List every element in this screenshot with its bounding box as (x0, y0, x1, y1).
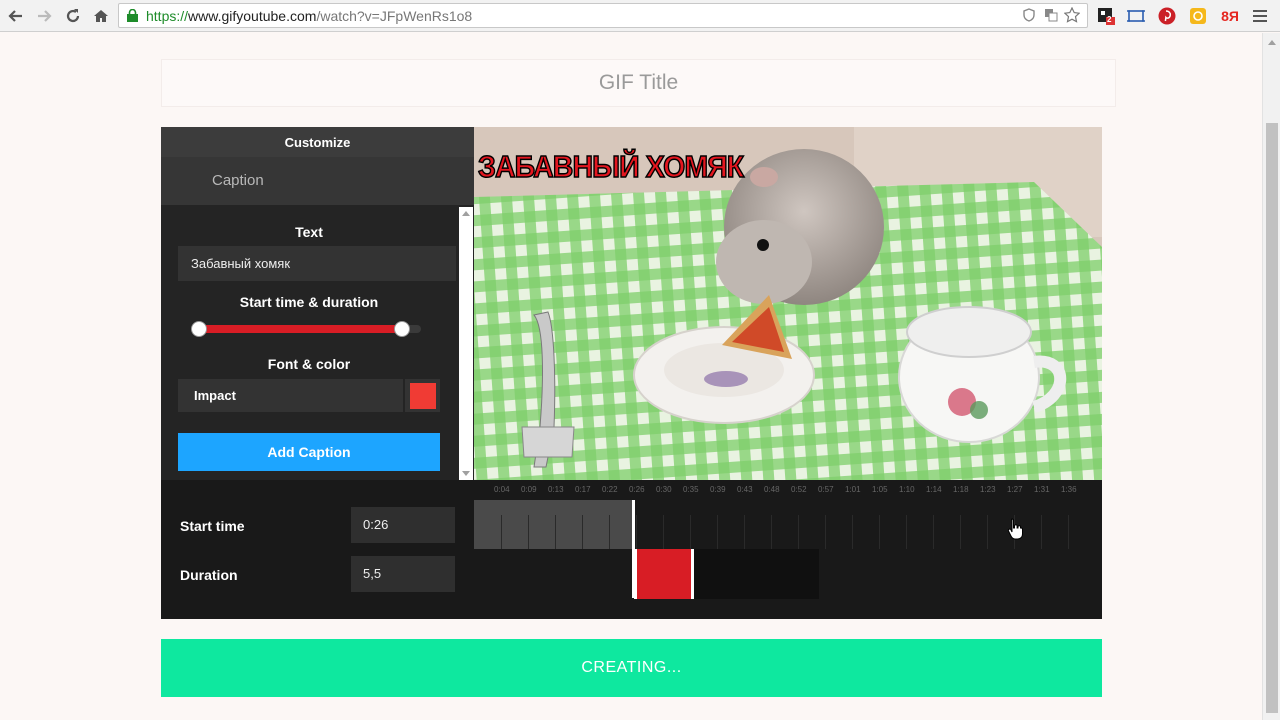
timeline-grid-line (1068, 515, 1069, 549)
timing-slider-range (199, 325, 402, 333)
timeline-grid-line (852, 515, 853, 549)
color-swatch (410, 383, 436, 409)
tab-caption[interactable]: Caption (161, 157, 474, 205)
shield-icon[interactable] (1019, 5, 1039, 25)
timeline-grid-line (717, 515, 718, 549)
timeline-grid-line (987, 515, 988, 549)
font-select[interactable]: Impact (178, 379, 403, 412)
gif-title-input[interactable]: GIF Title (161, 59, 1116, 107)
hand-cursor-icon (1007, 518, 1023, 540)
timeline-tick-label: 1:14 (926, 485, 942, 494)
timeline-tick-label: 0:52 (791, 485, 807, 494)
timeline-grid-line (555, 515, 556, 549)
timing-end-handle[interactable] (394, 321, 410, 337)
timeline-grid-line (906, 515, 907, 549)
forward-icon[interactable] (34, 6, 54, 26)
caption-overlay: ЗАБАВНЫЙ ХОМЯК (477, 148, 745, 185)
timeline-tick-label: 0:39 (710, 485, 726, 494)
timing-label: Start time & duration (239, 294, 379, 310)
gif-editor: Customize Caption Text Забавный хомяк St… (161, 127, 1102, 619)
extension-badge: 2 (1107, 15, 1112, 24)
timeline-grid-line (879, 515, 880, 549)
lock-icon (127, 9, 138, 22)
url-text: https://www.gifyoutube.com/watch?v=JFpWe… (146, 8, 473, 24)
scroll-down-icon[interactable] (462, 471, 470, 476)
timeline-tick-label: 0:43 (737, 485, 753, 494)
timeline-grid-line (528, 515, 529, 549)
page-scrollbar[interactable] (1262, 33, 1280, 720)
timeline-tick-label: 1:27 (1007, 485, 1023, 494)
panel-scrollbar[interactable] (459, 207, 473, 480)
timeline-tick-label: 0:48 (764, 485, 780, 494)
caption-text-input[interactable]: Забавный хомяк (178, 246, 456, 281)
address-bar[interactable]: https://www.gifyoutube.com/watch?v=JFpWe… (118, 3, 1088, 28)
timeline-selected-segment[interactable] (634, 549, 694, 599)
add-caption-button[interactable]: Add Caption (178, 433, 440, 471)
screenshot-icon[interactable] (1126, 6, 1146, 26)
timeline-grid-line (609, 515, 610, 549)
yandex-icon[interactable]: 8Я (1219, 6, 1241, 26)
timeline-start-region (474, 500, 634, 549)
timeline-tick-label: 1:18 (953, 485, 969, 494)
timeline-tick-label: 0:13 (548, 485, 564, 494)
timeline-tick-label: 0:57 (818, 485, 834, 494)
yandex-letter: Я (1228, 8, 1239, 24)
timeline-tick-label: 0:22 (602, 485, 618, 494)
timeline-tick-label: 0:35 (683, 485, 699, 494)
extension-qr-icon[interactable]: 2 (1096, 6, 1116, 26)
timeline-tick-label: 1:01 (845, 485, 861, 494)
yandex-label: 8 (1221, 8, 1229, 24)
video-preview[interactable]: ЗАБАВНЫЙ ХОМЯК (474, 127, 1102, 480)
browser-toolbar: https://www.gifyoutube.com/watch?v=JFpWe… (0, 0, 1280, 32)
scroll-up-icon[interactable] (462, 211, 470, 216)
timeline-grid-line (933, 515, 934, 549)
text-label: Text (295, 224, 323, 240)
timeline-tick-label: 0:09 (521, 485, 537, 494)
pinterest-icon[interactable] (1157, 6, 1177, 26)
timeline-grid-line (825, 515, 826, 549)
timeline-tick-label: 1:36 (1061, 485, 1077, 494)
font-color-label: Font & color (267, 356, 351, 372)
timeline-tick-label: 0:26 (629, 485, 645, 494)
tab-caption-label: Caption (212, 172, 264, 189)
timeline-grid-line (582, 515, 583, 549)
timeline-grid-line (798, 515, 799, 549)
customize-header: Customize (161, 127, 474, 157)
timeline-grid-line (636, 515, 637, 549)
gif-title-placeholder: GIF Title (598, 71, 679, 94)
page-scroll-up-icon[interactable] (1268, 40, 1276, 45)
timeline-tick-label: 0:04 (494, 485, 510, 494)
back-icon[interactable] (6, 6, 26, 26)
timeline-grid-line (690, 515, 691, 549)
timeline-tick-label: 1:23 (980, 485, 996, 494)
timeline-tick-label: 1:31 (1034, 485, 1050, 494)
timeline-grid-line (1041, 515, 1042, 549)
timing-start-handle[interactable] (191, 321, 207, 337)
timeline-grid-line (744, 515, 745, 549)
start-time-input[interactable]: 0:26 (351, 507, 455, 543)
timeline-ruler: 0:04 0:09 0:13 0:17 0:22 0:26 0:30 0:35 0:39 0:43… (474, 480, 1102, 500)
timeline-tick-label: 0:17 (575, 485, 591, 494)
start-time-label: Start time (180, 518, 245, 534)
translate-icon[interactable] (1041, 5, 1061, 25)
page-scroll-thumb[interactable] (1266, 123, 1278, 713)
timeline-grid-line (663, 515, 664, 549)
timeline-tick-label: 0:30 (656, 485, 672, 494)
home-icon[interactable] (91, 6, 111, 26)
bookmark-star-icon[interactable] (1062, 5, 1082, 25)
coin-extension-icon[interactable] (1188, 6, 1208, 26)
timeline-grid-line (501, 515, 502, 549)
customize-panel: Customize Caption Text Забавный хомяк St… (161, 127, 474, 480)
duration-label: Duration (180, 567, 238, 583)
timeline-tick-label: 1:10 (899, 485, 915, 494)
color-picker[interactable] (405, 379, 440, 412)
reload-icon[interactable] (63, 6, 83, 26)
creating-button[interactable]: CREATING... (161, 639, 1102, 697)
timeline-grid-line (960, 515, 961, 549)
timeline-tick-label: 1:05 (872, 485, 888, 494)
timeline-grid-line (771, 515, 772, 549)
duration-input[interactable]: 5,5 (351, 556, 455, 592)
menu-icon[interactable] (1250, 6, 1270, 26)
